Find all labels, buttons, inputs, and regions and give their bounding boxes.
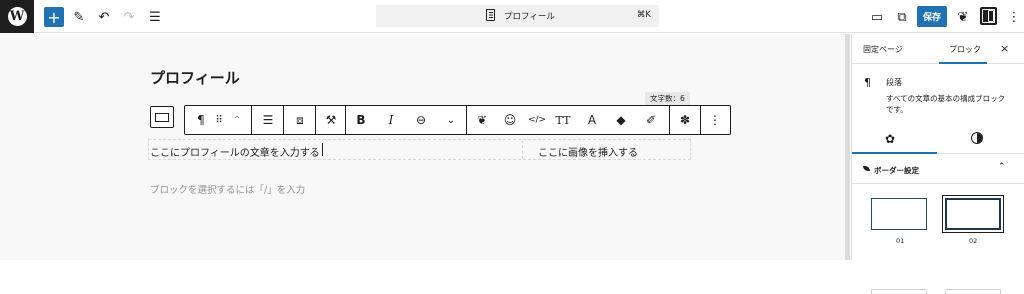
border-style-option-04[interactable]	[945, 289, 1001, 294]
settings-gear-icon[interactable]: ✿	[885, 132, 895, 146]
align-text-icon[interactable]: ☰	[255, 106, 281, 134]
toolbar-separator	[345, 106, 346, 134]
leaf-icon	[863, 166, 870, 171]
editor-top-toolbar: W + ✎ ↶ ↷ ☰ プロフィール ⌘K ▭ ⧉ 保存 ❦ ⋮	[0, 0, 1024, 33]
block-toolbar: ¶ ⠿ ⌃ ☰ ⧈ ⚒ B I ⊖ ⌄ ❦ ☺ </> TT A ◆ ✐ ✽ ⋮	[184, 105, 731, 135]
toolbar-separator	[251, 106, 252, 134]
link-button[interactable]: ⊖	[410, 106, 432, 134]
tab-page[interactable]: 固定ページ	[863, 44, 903, 55]
toolbar-separator	[700, 106, 701, 134]
wordpress-icon: W	[7, 7, 27, 26]
settings-sidebar: 固定ページ ブロック × ¶ 段落 すべての文章の基本の構成ブロックです。 ✿ …	[851, 34, 1024, 294]
image-transform-icon[interactable]: ⧈	[286, 106, 314, 134]
command-shortcut: ⌘K	[636, 10, 651, 20]
add-block-button[interactable]: +	[44, 7, 64, 27]
drag-handle-icon[interactable]: ⠿	[211, 106, 227, 134]
more-vertical-icon[interactable]: ⋮	[1004, 7, 1024, 27]
sidebar-tabs: 固定ページ ブロック ×	[852, 34, 1024, 64]
block-inspector-tabs: ✿	[852, 126, 1024, 154]
style-option-label: 02	[969, 237, 978, 245]
block-options-button[interactable]: ⋮	[704, 106, 726, 134]
block-name: 段落	[886, 78, 902, 87]
toolbar-separator	[315, 106, 316, 134]
tab-block[interactable]: ブロック	[949, 44, 981, 55]
select-parent-block-button[interactable]	[150, 106, 174, 128]
wordpress-logo[interactable]: W	[0, 0, 34, 33]
page-icon	[486, 9, 495, 21]
panel-title: ボーダー設定	[874, 166, 919, 175]
column-divider	[522, 140, 523, 159]
pencil-icon[interactable]: ✎	[69, 7, 89, 27]
block-description: すべての文章の基本の構成ブロックです。	[886, 94, 1006, 114]
toolbar-separator	[669, 106, 670, 134]
leaf-icon[interactable]: ❦	[953, 7, 973, 27]
active-tab-indicator	[939, 62, 987, 64]
paw-icon[interactable]: ✽	[673, 106, 697, 134]
font-button[interactable]: A	[581, 106, 603, 134]
more-rich-text-dropdown[interactable]: ⌄	[441, 106, 461, 134]
toolbar-separator	[283, 106, 284, 134]
columns-icon	[155, 112, 169, 122]
toolbar-separator	[466, 106, 467, 134]
close-icon[interactable]: ×	[1000, 42, 1009, 55]
border-style-option-01[interactable]	[871, 198, 927, 230]
image-column-text[interactable]: ここに画像を挿入する	[538, 144, 638, 159]
paragraph-block-icon[interactable]: ¶	[189, 106, 213, 134]
save-button[interactable]: 保存	[917, 6, 947, 27]
document-title-bar[interactable]: プロフィール ⌘K	[376, 5, 659, 27]
move-up-down-icon[interactable]: ⌃	[229, 106, 245, 134]
page-title[interactable]: プロフィール	[150, 67, 240, 88]
italic-button[interactable]: I	[380, 106, 402, 134]
styles-half-circle-icon[interactable]	[971, 132, 983, 144]
border-settings-panel-header[interactable]: ボーダー設定 ⌃	[852, 154, 1024, 184]
chevron-up-icon[interactable]: ⌃	[998, 162, 1006, 172]
bold-button[interactable]: B	[350, 106, 372, 134]
highlighter-icon[interactable]: ✐	[640, 106, 662, 134]
text-caret	[322, 143, 323, 156]
list-view-icon[interactable]: ☰	[145, 7, 165, 27]
eraser-icon[interactable]: ◆	[610, 106, 632, 134]
sidebar-toggle-button[interactable]	[980, 7, 997, 25]
paragraph-icon: ¶	[864, 76, 871, 89]
character-count-badge: 文字数：6	[645, 92, 690, 105]
undo-icon[interactable]: ↶	[94, 7, 114, 27]
external-link-icon[interactable]: ⧉	[892, 7, 912, 27]
text-size-button[interactable]: TT	[552, 106, 574, 134]
document-title: プロフィール	[504, 12, 555, 22]
redo-icon[interactable]: ↷	[119, 7, 139, 27]
leaf-icon[interactable]: ❦	[471, 106, 493, 134]
block-appender-placeholder[interactable]: ブロックを選択するには「/」を入力	[150, 182, 305, 196]
paragraph-text[interactable]: ここにプロフィールの文章を入力する	[150, 144, 320, 159]
paint-roller-icon[interactable]: ⚒	[318, 106, 344, 134]
style-option-label: 01	[896, 237, 905, 245]
code-button[interactable]: </>	[525, 106, 549, 134]
canvas-scrollbar[interactable]	[845, 34, 850, 260]
desktop-preview-icon[interactable]: ▭	[867, 7, 887, 27]
emoji-button[interactable]: ☺	[499, 106, 521, 134]
border-style-option-03[interactable]	[871, 289, 927, 294]
border-style-option-02[interactable]	[942, 195, 1004, 233]
